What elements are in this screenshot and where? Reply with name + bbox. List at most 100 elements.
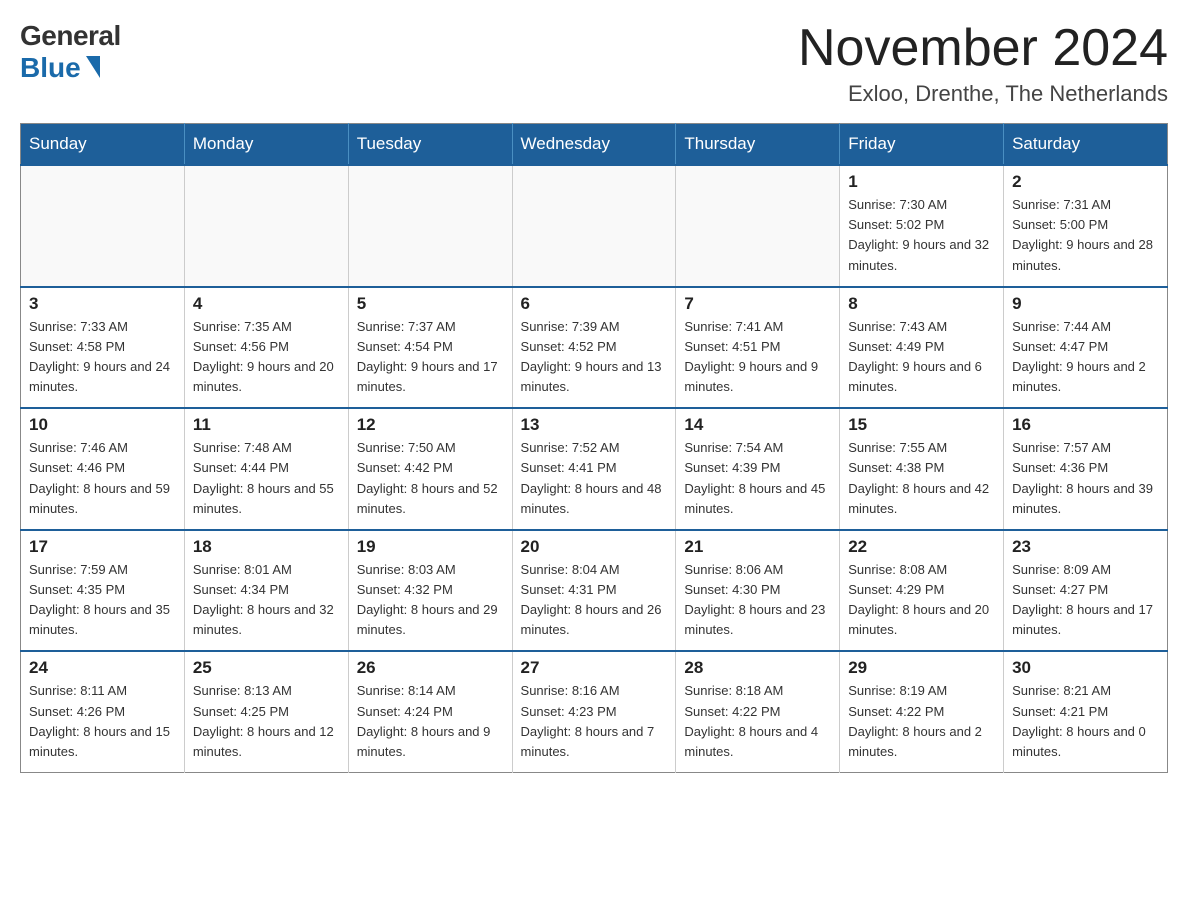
calendar-cell: 12Sunrise: 7:50 AMSunset: 4:42 PMDayligh… bbox=[348, 408, 512, 530]
week-row-4: 17 Sunrise: 7:59 AMSunset: 4:35 PMDayligh… bbox=[21, 530, 1168, 652]
calendar-cell: 27 Sunrise: 8:16 AMSunset: 4:23 PMDayligh… bbox=[512, 651, 676, 772]
day-number: 11 bbox=[193, 415, 340, 435]
day-info: Sunrise: 7:59 AMSunset: 4:35 PMDaylight:… bbox=[29, 560, 176, 641]
day-number: 22 bbox=[848, 537, 995, 557]
day-number: 23 bbox=[1012, 537, 1159, 557]
col-header-friday: Friday bbox=[840, 124, 1004, 166]
calendar-cell: 6 Sunrise: 7:39 AMSunset: 4:52 PMDaylight… bbox=[512, 287, 676, 409]
day-info: Sunrise: 7:37 AMSunset: 4:54 PMDaylight:… bbox=[357, 317, 504, 398]
day-number: 21 bbox=[684, 537, 831, 557]
location-title: Exloo, Drenthe, The Netherlands bbox=[798, 81, 1168, 107]
day-info: Sunrise: 7:33 AMSunset: 4:58 PMDaylight:… bbox=[29, 317, 176, 398]
day-number: 27 bbox=[521, 658, 668, 678]
calendar-cell bbox=[676, 165, 840, 287]
day-number: 17 bbox=[29, 537, 176, 557]
day-number: 9 bbox=[1012, 294, 1159, 314]
day-info: Sunrise: 7:44 AMSunset: 4:47 PMDaylight:… bbox=[1012, 317, 1159, 398]
calendar-cell bbox=[184, 165, 348, 287]
calendar-table: SundayMondayTuesdayWednesdayThursdayFrid… bbox=[20, 123, 1168, 773]
col-header-thursday: Thursday bbox=[676, 124, 840, 166]
day-number: 4 bbox=[193, 294, 340, 314]
day-number: 28 bbox=[684, 658, 831, 678]
day-number: 5 bbox=[357, 294, 504, 314]
day-info: Sunrise: 8:19 AMSunset: 4:22 PMDaylight:… bbox=[848, 681, 995, 762]
day-number: 16 bbox=[1012, 415, 1159, 435]
day-number: 13 bbox=[521, 415, 668, 435]
col-header-tuesday: Tuesday bbox=[348, 124, 512, 166]
calendar-cell: 3 Sunrise: 7:33 AMSunset: 4:58 PMDaylight… bbox=[21, 287, 185, 409]
day-info: Sunrise: 7:52 AMSunset: 4:41 PMDaylight:… bbox=[521, 438, 668, 519]
calendar-cell: 8Sunrise: 7:43 AMSunset: 4:49 PMDaylight… bbox=[840, 287, 1004, 409]
logo-general-text: General bbox=[20, 20, 121, 52]
day-info: Sunrise: 7:43 AMSunset: 4:49 PMDaylight:… bbox=[848, 317, 995, 398]
day-info: Sunrise: 8:03 AMSunset: 4:32 PMDaylight:… bbox=[357, 560, 504, 641]
calendar-cell: 28Sunrise: 8:18 AMSunset: 4:22 PMDayligh… bbox=[676, 651, 840, 772]
day-info: Sunrise: 7:35 AMSunset: 4:56 PMDaylight:… bbox=[193, 317, 340, 398]
day-info: Sunrise: 8:09 AMSunset: 4:27 PMDaylight:… bbox=[1012, 560, 1159, 641]
day-number: 6 bbox=[521, 294, 668, 314]
calendar-cell: 30Sunrise: 8:21 AMSunset: 4:21 PMDayligh… bbox=[1004, 651, 1168, 772]
calendar-cell: 19 Sunrise: 8:03 AMSunset: 4:32 PMDayligh… bbox=[348, 530, 512, 652]
title-block: November 2024 Exloo, Drenthe, The Nether… bbox=[798, 20, 1168, 107]
day-number: 15 bbox=[848, 415, 995, 435]
calendar-header: SundayMondayTuesdayWednesdayThursdayFrid… bbox=[21, 124, 1168, 166]
day-info: Sunrise: 8:16 AMSunset: 4:23 PMDaylight:… bbox=[521, 681, 668, 762]
day-info: Sunrise: 7:31 AMSunset: 5:00 PMDaylight:… bbox=[1012, 195, 1159, 276]
calendar-cell: 7 Sunrise: 7:41 AMSunset: 4:51 PMDaylight… bbox=[676, 287, 840, 409]
col-header-monday: Monday bbox=[184, 124, 348, 166]
col-header-wednesday: Wednesday bbox=[512, 124, 676, 166]
day-number: 2 bbox=[1012, 172, 1159, 192]
calendar-cell: 21 Sunrise: 8:06 AMSunset: 4:30 PMDayligh… bbox=[676, 530, 840, 652]
day-number: 29 bbox=[848, 658, 995, 678]
calendar-cell bbox=[21, 165, 185, 287]
day-number: 30 bbox=[1012, 658, 1159, 678]
day-number: 26 bbox=[357, 658, 504, 678]
day-info: Sunrise: 8:04 AMSunset: 4:31 PMDaylight:… bbox=[521, 560, 668, 641]
col-header-sunday: Sunday bbox=[21, 124, 185, 166]
day-info: Sunrise: 8:11 AMSunset: 4:26 PMDaylight:… bbox=[29, 681, 176, 762]
day-info: Sunrise: 8:06 AMSunset: 4:30 PMDaylight:… bbox=[684, 560, 831, 641]
calendar-cell: 25Sunrise: 8:13 AMSunset: 4:25 PMDayligh… bbox=[184, 651, 348, 772]
day-info: Sunrise: 7:48 AMSunset: 4:44 PMDaylight:… bbox=[193, 438, 340, 519]
day-info: Sunrise: 8:13 AMSunset: 4:25 PMDaylight:… bbox=[193, 681, 340, 762]
calendar-cell bbox=[348, 165, 512, 287]
calendar-cell: 17 Sunrise: 7:59 AMSunset: 4:35 PMDayligh… bbox=[21, 530, 185, 652]
calendar-cell: 14Sunrise: 7:54 AMSunset: 4:39 PMDayligh… bbox=[676, 408, 840, 530]
day-info: Sunrise: 7:41 AMSunset: 4:51 PMDaylight:… bbox=[684, 317, 831, 398]
day-number: 10 bbox=[29, 415, 176, 435]
calendar-cell: 26 Sunrise: 8:14 AMSunset: 4:24 PMDayligh… bbox=[348, 651, 512, 772]
calendar-cell: 15 Sunrise: 7:55 AMSunset: 4:38 PMDayligh… bbox=[840, 408, 1004, 530]
day-number: 3 bbox=[29, 294, 176, 314]
month-title: November 2024 bbox=[798, 20, 1168, 77]
day-number: 24 bbox=[29, 658, 176, 678]
calendar-cell: 23 Sunrise: 8:09 AMSunset: 4:27 PMDayligh… bbox=[1004, 530, 1168, 652]
day-info: Sunrise: 8:14 AMSunset: 4:24 PMDaylight:… bbox=[357, 681, 504, 762]
day-number: 19 bbox=[357, 537, 504, 557]
day-info: Sunrise: 7:55 AMSunset: 4:38 PMDaylight:… bbox=[848, 438, 995, 519]
week-row-5: 24 Sunrise: 8:11 AMSunset: 4:26 PMDayligh… bbox=[21, 651, 1168, 772]
logo: General Blue bbox=[20, 20, 121, 84]
week-row-2: 3 Sunrise: 7:33 AMSunset: 4:58 PMDaylight… bbox=[21, 287, 1168, 409]
logo-blue-row: Blue bbox=[20, 52, 100, 84]
day-number: 20 bbox=[521, 537, 668, 557]
logo-blue-text: Blue bbox=[20, 52, 81, 84]
calendar-cell: 10Sunrise: 7:46 AMSunset: 4:46 PMDayligh… bbox=[21, 408, 185, 530]
calendar-cell: 9 Sunrise: 7:44 AMSunset: 4:47 PMDaylight… bbox=[1004, 287, 1168, 409]
day-number: 1 bbox=[848, 172, 995, 192]
page-header: General Blue November 2024 Exloo, Drenth… bbox=[20, 20, 1168, 107]
day-info: Sunrise: 8:08 AMSunset: 4:29 PMDaylight:… bbox=[848, 560, 995, 641]
calendar-cell: 5 Sunrise: 7:37 AMSunset: 4:54 PMDaylight… bbox=[348, 287, 512, 409]
calendar-cell: 18Sunrise: 8:01 AMSunset: 4:34 PMDayligh… bbox=[184, 530, 348, 652]
calendar-cell bbox=[512, 165, 676, 287]
day-number: 7 bbox=[684, 294, 831, 314]
calendar-cell: 1 Sunrise: 7:30 AMSunset: 5:02 PMDaylight… bbox=[840, 165, 1004, 287]
day-info: Sunrise: 7:39 AMSunset: 4:52 PMDaylight:… bbox=[521, 317, 668, 398]
day-info: Sunrise: 7:30 AMSunset: 5:02 PMDaylight:… bbox=[848, 195, 995, 276]
calendar-body: 1 Sunrise: 7:30 AMSunset: 5:02 PMDaylight… bbox=[21, 165, 1168, 772]
day-info: Sunrise: 8:01 AMSunset: 4:34 PMDaylight:… bbox=[193, 560, 340, 641]
calendar-cell: 20 Sunrise: 8:04 AMSunset: 4:31 PMDayligh… bbox=[512, 530, 676, 652]
header-row: SundayMondayTuesdayWednesdayThursdayFrid… bbox=[21, 124, 1168, 166]
day-number: 14 bbox=[684, 415, 831, 435]
day-info: Sunrise: 7:57 AMSunset: 4:36 PMDaylight:… bbox=[1012, 438, 1159, 519]
day-info: Sunrise: 7:50 AMSunset: 4:42 PMDaylight:… bbox=[357, 438, 504, 519]
